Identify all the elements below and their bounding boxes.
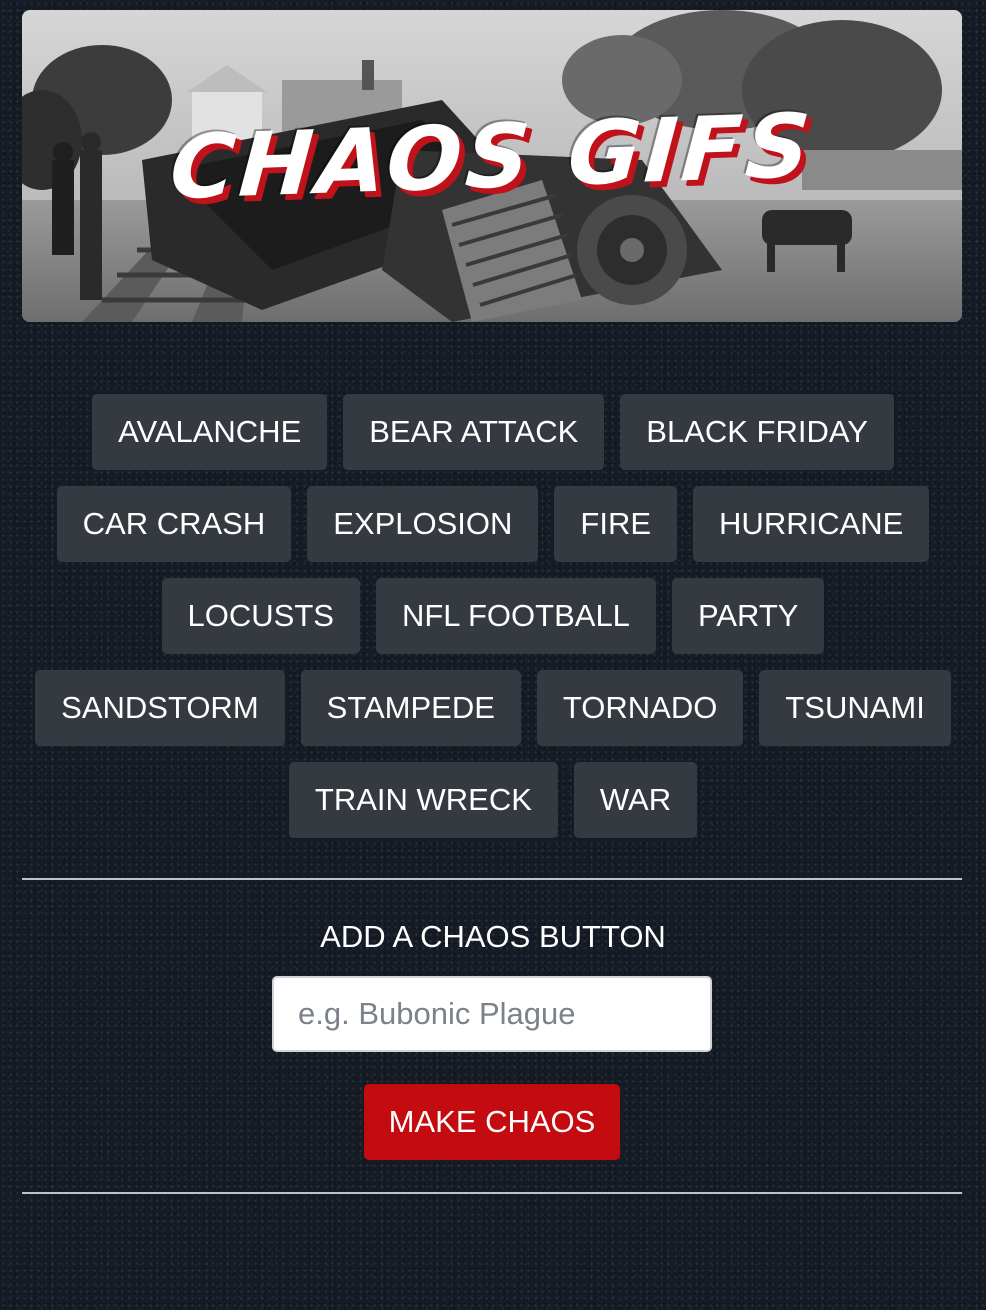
chaos-button-hurricane[interactable]: HURRICANE xyxy=(693,486,930,562)
chaos-button-party[interactable]: PARTY xyxy=(671,578,825,654)
chaos-button-avalanche[interactable]: AVALANCHE xyxy=(92,394,328,470)
chaos-button-war[interactable]: WAR xyxy=(573,762,698,838)
make-chaos-button[interactable]: MAKE CHAOS xyxy=(364,1084,620,1160)
chaos-button-sandstorm[interactable]: SANDSTORM xyxy=(35,670,285,746)
divider-top xyxy=(22,878,962,880)
chaos-button-group: AVALANCHE BEAR ATTACK BLACK FRIDAY CAR C… xyxy=(22,394,964,838)
chaos-button-tsunami[interactable]: TSUNAMI xyxy=(759,670,951,746)
chaos-button-stampede[interactable]: STAMPEDE xyxy=(300,670,521,746)
chaos-button-bear-attack[interactable]: BEAR ATTACK xyxy=(343,394,605,470)
chaos-button-black-friday[interactable]: BLACK FRIDAY xyxy=(620,394,894,470)
new-chaos-input[interactable] xyxy=(272,976,712,1052)
add-chaos-label: ADD A CHAOS BUTTON xyxy=(320,919,666,954)
chaos-button-tornado[interactable]: TORNADO xyxy=(536,670,744,746)
chaos-button-fire[interactable]: FIRE xyxy=(554,486,678,562)
divider-bottom xyxy=(22,1192,962,1194)
chaos-button-locusts[interactable]: LOCUSTS xyxy=(161,578,360,654)
chaos-button-nfl-football[interactable]: NFL FOOTBALL xyxy=(375,578,656,654)
chaos-button-car-crash[interactable]: CAR CRASH xyxy=(56,486,292,562)
chaos-button-explosion[interactable]: EXPLOSION xyxy=(307,486,539,562)
header-banner: CHAOS GIFS xyxy=(22,10,962,322)
chaos-button-train-wreck[interactable]: TRAIN WRECK xyxy=(288,762,558,838)
